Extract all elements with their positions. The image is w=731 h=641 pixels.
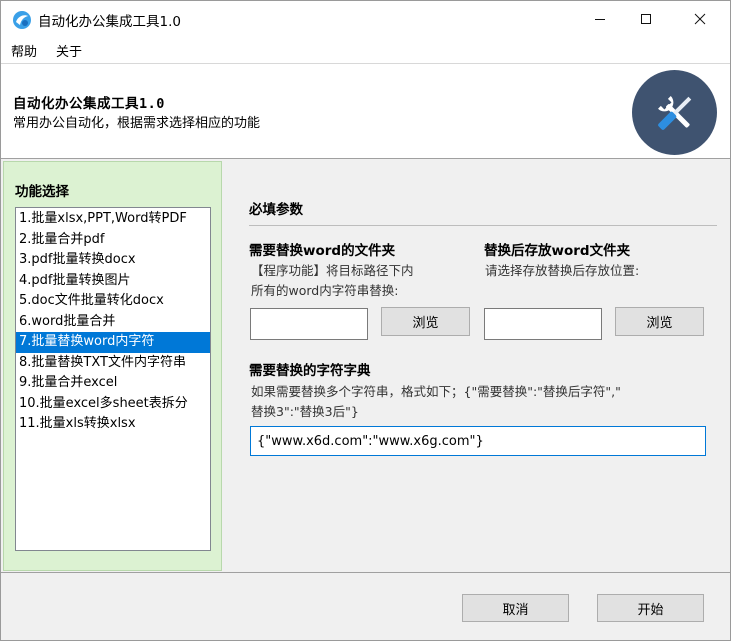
header-banner: 自动化办公集成工具1.0 常用办公自动化，根据需求选择相应的功能 bbox=[1, 63, 730, 159]
tools-icon bbox=[632, 70, 717, 155]
title-bar[interactable]: 自动化办公集成工具1.0 bbox=[1, 1, 730, 37]
minimize-button[interactable] bbox=[577, 1, 623, 37]
start-button[interactable]: 开始 bbox=[597, 594, 704, 622]
function-panel: 功能选择 1.批量xlsx,PPT,Word转PDF 2.批量合并pdf 3.p… bbox=[3, 161, 222, 571]
list-item[interactable]: 6.word批量合并 bbox=[16, 312, 210, 333]
parameters-panel: 必填参数 需要替换word的文件夹 【程序功能】将目标路径下内 所有的word内… bbox=[223, 161, 730, 571]
close-button[interactable] bbox=[677, 1, 723, 37]
list-item[interactable]: 3.pdf批量转换docx bbox=[16, 250, 210, 271]
minimize-icon bbox=[595, 19, 605, 20]
source-folder-desc-2: 所有的word内字符串替换: bbox=[251, 283, 399, 298]
maximize-button[interactable] bbox=[623, 1, 669, 37]
close-icon bbox=[694, 13, 706, 25]
dict-desc-2: 替换3":"替换3后"} bbox=[251, 404, 359, 419]
source-folder-label: 需要替换word的文件夹 bbox=[249, 243, 396, 259]
app-logo-icon bbox=[12, 10, 32, 30]
list-item[interactable]: 11.批量xls转换xlsx bbox=[16, 414, 210, 435]
dict-input[interactable] bbox=[250, 426, 706, 456]
list-item[interactable]: 2.批量合并pdf bbox=[16, 230, 210, 251]
menu-bar: 帮助 关于 bbox=[1, 37, 730, 63]
source-folder-desc-1: 【程序功能】将目标路径下内 bbox=[251, 263, 414, 278]
source-browse-button[interactable]: 浏览 bbox=[381, 307, 470, 336]
menu-help[interactable]: 帮助 bbox=[11, 41, 37, 60]
header-title: 自动化办公集成工具1.0 bbox=[13, 96, 165, 112]
list-item[interactable]: 1.批量xlsx,PPT,Word转PDF bbox=[16, 209, 210, 230]
maximize-icon bbox=[641, 14, 651, 24]
section-title: 必填参数 bbox=[249, 202, 303, 218]
output-folder-input[interactable] bbox=[484, 308, 602, 340]
function-list[interactable]: 1.批量xlsx,PPT,Word转PDF 2.批量合并pdf 3.pdf批量转… bbox=[15, 207, 211, 551]
list-item[interactable]: 7.批量替换word内字符 bbox=[16, 332, 210, 353]
header-subtitle: 常用办公自动化，根据需求选择相应的功能 bbox=[13, 116, 261, 131]
list-item[interactable]: 5.doc文件批量转化docx bbox=[16, 291, 210, 312]
section-divider bbox=[249, 225, 717, 226]
list-item[interactable]: 8.批量替换TXT文件内字符串 bbox=[16, 353, 210, 374]
list-item[interactable]: 10.批量excel多sheet表拆分 bbox=[16, 394, 210, 415]
app-window: 自动化办公集成工具1.0 帮助 关于 自动化办公集成工具1.0 常用办公自动化，… bbox=[0, 0, 731, 641]
footer-divider bbox=[1, 572, 730, 573]
menu-about[interactable]: 关于 bbox=[56, 41, 82, 60]
output-browse-button[interactable]: 浏览 bbox=[615, 307, 704, 336]
dict-label: 需要替换的字符字典 bbox=[249, 363, 371, 379]
cancel-button[interactable]: 取消 bbox=[462, 594, 569, 622]
list-item[interactable]: 9.批量合并excel bbox=[16, 373, 210, 394]
source-folder-input[interactable] bbox=[250, 308, 368, 340]
dict-desc-1: 如果需要替换多个字符串，格式如下；{"需要替换":"替换后字符"," bbox=[251, 384, 621, 399]
output-folder-label: 替换后存放word文件夹 bbox=[484, 243, 631, 259]
window-title: 自动化办公集成工具1.0 bbox=[38, 14, 181, 30]
list-item[interactable]: 4.pdf批量转换图片 bbox=[16, 271, 210, 292]
function-panel-title: 功能选择 bbox=[15, 184, 69, 200]
output-folder-desc: 请选择存放替换后存放位置: bbox=[485, 263, 640, 278]
